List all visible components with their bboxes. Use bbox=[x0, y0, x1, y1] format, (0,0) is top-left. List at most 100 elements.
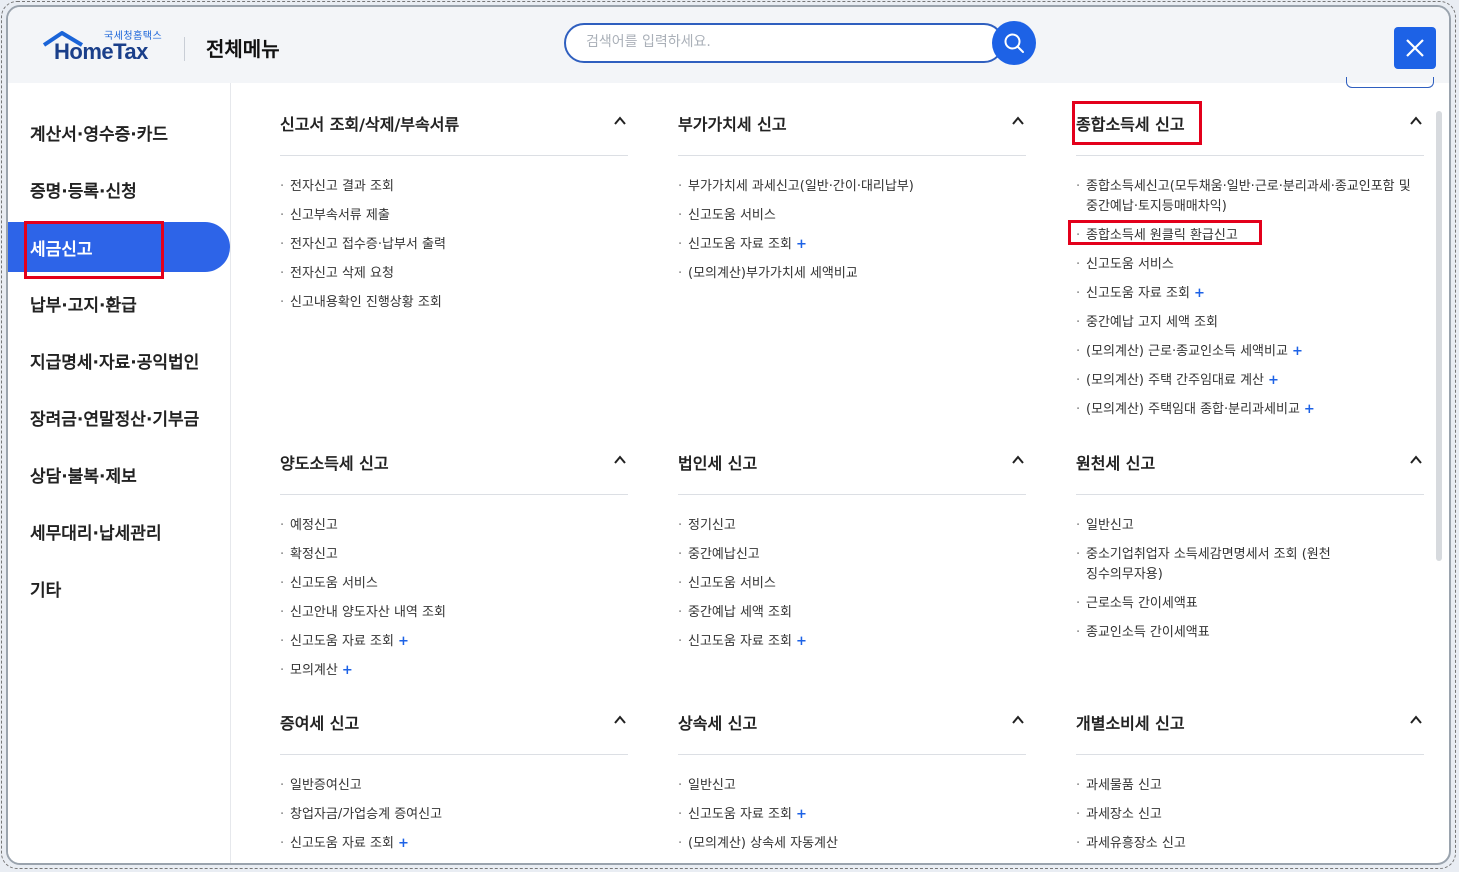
list-item[interactable]: 창업자금/가업승계 증여신고 bbox=[280, 805, 628, 825]
list-item[interactable]: 전자신고 삭제 요청 bbox=[280, 264, 628, 284]
list-item[interactable]: 신고도움 서비스 bbox=[678, 206, 1026, 226]
list-item[interactable]: 모의계산+ bbox=[280, 661, 628, 681]
plus-icon[interactable]: + bbox=[398, 836, 409, 851]
sidebar-item-consultation[interactable]: 상담·불복·제보 bbox=[8, 449, 230, 499]
list-item[interactable]: 신고도움 자료 조회+ bbox=[280, 834, 628, 854]
hometax-logo[interactable]: 국세청홈택스 HomeTax bbox=[42, 27, 172, 69]
list-item[interactable]: 예정신고 bbox=[280, 516, 628, 536]
section-list: 종합소득세신고(모두채움·일반·근로·분리과세·종교인포함 및 중간예납·토지등… bbox=[1076, 177, 1424, 429]
section-title[interactable]: 개별소비세 신고 bbox=[1076, 710, 1185, 734]
chevron-up-icon[interactable] bbox=[1408, 113, 1424, 129]
section-divider bbox=[280, 754, 628, 755]
chevron-up-icon[interactable] bbox=[612, 113, 628, 129]
list-item[interactable]: 일반신고 bbox=[1076, 516, 1424, 536]
plus-icon[interactable]: + bbox=[1292, 344, 1303, 359]
sidebar-item-payment[interactable]: 납부·고지·환급 bbox=[8, 278, 230, 328]
list-item[interactable]: 신고도움 자료 조회+ bbox=[678, 235, 1026, 255]
plus-icon[interactable]: + bbox=[342, 663, 353, 678]
list-item[interactable]: 정기신고 bbox=[678, 516, 1026, 536]
section-excise-tax: 개별소비세 신고 과세물품 신고 과세장소 신고 과세유흥장소 신고 bbox=[1076, 710, 1424, 863]
list-item[interactable]: 신고도움 서비스 bbox=[1076, 255, 1424, 275]
section-title[interactable]: 신고서 조회/삭제/부속서류 bbox=[280, 111, 459, 135]
list-item[interactable]: 신고도움 서비스 bbox=[678, 574, 1026, 594]
chevron-up-icon[interactable] bbox=[612, 452, 628, 468]
list-item[interactable]: 신고도움 서비스 bbox=[280, 574, 628, 594]
list-item[interactable]: 과세장소 신고 bbox=[1076, 805, 1424, 825]
sidebar-item-statements[interactable]: 지급명세·자료·공익법인 bbox=[8, 335, 230, 385]
section-title[interactable]: 법인세 신고 bbox=[678, 450, 757, 474]
list-item[interactable]: 신고내용확인 진행상황 조회 bbox=[280, 293, 628, 313]
list-item[interactable]: 확정신고 bbox=[280, 545, 628, 565]
header: 국세청홈택스 HomeTax 전체메뉴 bbox=[8, 7, 1449, 88]
section-inheritance-tax: 상속세 신고 일반신고 신고도움 자료 조회+ (모의계산) 상속세 자동계산 bbox=[678, 710, 1026, 863]
section-title[interactable]: 종합소득세 신고 bbox=[1076, 111, 1185, 135]
scrollbar[interactable] bbox=[1436, 111, 1442, 561]
chevron-up-icon[interactable] bbox=[1010, 113, 1026, 129]
list-item[interactable]: 신고부속서류 제출 bbox=[280, 206, 628, 226]
list-item[interactable]: 전자신고 결과 조회 bbox=[280, 177, 628, 197]
section-list: 일반증여신고 창업자금/가업승계 증여신고 신고도움 자료 조회+ bbox=[280, 776, 628, 863]
section-title[interactable]: 증여세 신고 bbox=[280, 710, 359, 734]
section-title[interactable]: 부가가치세 신고 bbox=[678, 111, 787, 135]
section-divider bbox=[678, 494, 1026, 495]
plus-icon[interactable]: + bbox=[796, 237, 807, 252]
list-item[interactable]: 신고도움 자료 조회+ bbox=[280, 632, 628, 652]
list-item[interactable]: 신고도움 자료 조회+ bbox=[678, 805, 1026, 825]
list-item[interactable]: 신고도움 자료 조회+ bbox=[1076, 284, 1424, 304]
section-divider bbox=[678, 754, 1026, 755]
list-item[interactable]: 종합소득세신고(모두채움·일반·근로·분리과세·종교인포함 및 중간예납·토지등… bbox=[1076, 177, 1424, 217]
chevron-up-icon[interactable] bbox=[1010, 452, 1026, 468]
plus-icon[interactable]: + bbox=[1304, 402, 1315, 417]
list-item[interactable]: 중소기업취업자 소득세감면명세서 조회 (원천징수의무자용) bbox=[1076, 545, 1336, 585]
section-withholding-tax: 원천세 신고 일반신고 중소기업취업자 소득세감면명세서 조회 (원천징수의무자… bbox=[1076, 450, 1424, 690]
search-button[interactable] bbox=[992, 21, 1036, 65]
chevron-up-icon[interactable] bbox=[1010, 712, 1026, 728]
list-item[interactable]: 종교인소득 간이세액표 bbox=[1076, 623, 1424, 643]
list-item[interactable]: 중간예납신고 bbox=[678, 545, 1026, 565]
list-item[interactable]: 부가가치세 과세신고(일반·간이·대리납부) bbox=[678, 177, 1026, 197]
list-item[interactable]: (모의계산) 근로·종교인소득 세액비교+ bbox=[1076, 342, 1424, 362]
search-input[interactable] bbox=[584, 33, 968, 51]
section-title[interactable]: 상속세 신고 bbox=[678, 710, 757, 734]
sidebar-item-invoices[interactable]: 계산서·영수증·카드 bbox=[8, 107, 230, 157]
chevron-up-icon[interactable] bbox=[1408, 712, 1424, 728]
search-icon bbox=[1004, 33, 1024, 53]
search-box bbox=[564, 23, 1004, 63]
list-item[interactable]: 중간예납 고지 세액 조회 bbox=[1076, 313, 1424, 333]
list-item[interactable]: 일반증여신고 bbox=[280, 776, 628, 796]
close-button[interactable] bbox=[1394, 27, 1436, 69]
list-item[interactable]: (모의계산) 주택임대 종합·분리과세비교+ bbox=[1076, 400, 1424, 420]
section-list: 예정신고 확정신고 신고도움 서비스 신고안내 양도자산 내역 조회 신고도움 … bbox=[280, 516, 628, 690]
section-title[interactable]: 원천세 신고 bbox=[1076, 450, 1155, 474]
chevron-up-icon[interactable] bbox=[612, 712, 628, 728]
plus-icon[interactable]: + bbox=[796, 634, 807, 649]
close-icon bbox=[1406, 39, 1424, 57]
list-item[interactable]: 근로소득 간이세액표 bbox=[1076, 594, 1424, 614]
list-item[interactable]: 중간예납 세액 조회 bbox=[678, 603, 1026, 623]
sidebar-item-incentives[interactable]: 장려금·연말정산·기부금 bbox=[8, 392, 230, 442]
list-item[interactable]: 일반신고 bbox=[678, 776, 1026, 796]
sidebar-item-tax-filing[interactable]: 세금신고 bbox=[8, 222, 230, 272]
list-item[interactable]: (모의계산)부가가치세 세액비교 bbox=[678, 264, 1026, 284]
list-item[interactable]: 종합소득세 원클릭 환급신고 bbox=[1076, 226, 1424, 246]
chevron-up-icon[interactable] bbox=[1408, 452, 1424, 468]
list-item[interactable]: 과세유흥장소 신고 bbox=[1076, 834, 1424, 854]
section-title[interactable]: 양도소득세 신고 bbox=[280, 450, 389, 474]
section-divider bbox=[280, 494, 628, 495]
plus-icon[interactable]: + bbox=[1194, 286, 1205, 301]
sidebar-item-certificates[interactable]: 증명·등록·신청 bbox=[8, 164, 230, 214]
section-list: 부가가치세 과세신고(일반·간이·대리납부) 신고도움 서비스 신고도움 자료 … bbox=[678, 177, 1026, 293]
list-item[interactable]: 신고안내 양도자산 내역 조회 bbox=[280, 603, 628, 623]
list-item[interactable]: 신고도움 자료 조회+ bbox=[678, 632, 1026, 652]
plus-icon[interactable]: + bbox=[796, 807, 807, 822]
list-item[interactable]: (모의계산) 상속세 자동계산 bbox=[678, 834, 1026, 854]
plus-icon[interactable]: + bbox=[1268, 373, 1279, 388]
header-divider bbox=[184, 37, 185, 61]
list-item[interactable]: 과세물품 신고 bbox=[1076, 776, 1424, 796]
sidebar-item-agency[interactable]: 세무대리·납세관리 bbox=[8, 506, 230, 556]
plus-icon[interactable]: + bbox=[398, 634, 409, 649]
sidebar-item-others[interactable]: 기타 bbox=[8, 563, 230, 613]
section-divider bbox=[678, 155, 1026, 156]
list-item[interactable]: 전자신고 접수증·납부서 출력 bbox=[280, 235, 628, 255]
list-item[interactable]: (모의계산) 주택 간주임대료 계산+ bbox=[1076, 371, 1424, 391]
